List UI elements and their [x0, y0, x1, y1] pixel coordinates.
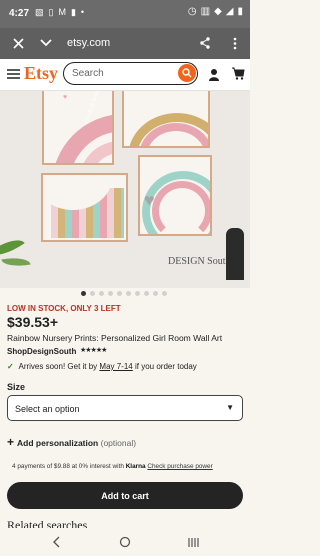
user-icon	[209, 68, 219, 81]
arrival-before: Arrives soon! Get it by	[18, 362, 100, 371]
alarm-icon: ◷	[187, 6, 197, 17]
chevron-down-icon	[40, 39, 52, 47]
pink-rainbow-arc	[152, 181, 210, 234]
more-button[interactable]	[226, 34, 244, 52]
carousel-dot[interactable]	[117, 291, 122, 296]
check-icon: ✓	[7, 362, 14, 371]
carousel-dot[interactable]	[144, 291, 149, 296]
art-frame	[41, 173, 128, 242]
grey-heart-icon: ♥	[144, 190, 155, 210]
etsy-logo[interactable]: Etsy	[24, 63, 58, 84]
personalization-label: Add personalization	[17, 438, 99, 448]
shop-name[interactable]: ShopDesignSouth	[7, 347, 76, 356]
menu-button[interactable]	[5, 67, 21, 81]
payment-text: 4 payments of $9.88 at 0% interest with	[12, 463, 126, 470]
hamburger-icon	[6, 69, 20, 79]
browser-url-bar: etsy.com	[0, 28, 250, 59]
url-text[interactable]: etsy.com	[67, 37, 110, 49]
cart-button[interactable]	[229, 66, 246, 81]
art-frame	[122, 91, 210, 148]
stock-alert: LOW IN STOCK, ONLY 3 LEFT	[7, 304, 121, 313]
recent-apps-button[interactable]	[184, 534, 202, 550]
carousel-dot[interactable]	[162, 291, 167, 296]
add-to-cart-button[interactable]: Add to cart	[7, 482, 243, 509]
search-input[interactable]: Search	[63, 62, 198, 85]
brand-watermark: DESIGN South	[168, 256, 231, 267]
product-image[interactable]: CHARLIE ROSE ♥ ♥ DESIGN South	[0, 91, 250, 288]
carousel-dot[interactable]	[135, 291, 140, 296]
recent-apps-icon	[187, 537, 199, 547]
size-select[interactable]: Select an option ▼	[7, 395, 243, 421]
payment-message: 4 payments of $9.88 at 0% interest with …	[12, 463, 213, 470]
signal-icon: ◢	[225, 6, 234, 17]
search-button[interactable]	[178, 64, 196, 82]
share-icon	[200, 37, 210, 49]
home-button[interactable]	[116, 534, 134, 550]
back-icon	[53, 536, 60, 548]
mail-icon: M	[58, 7, 66, 17]
dark-vase	[226, 228, 244, 280]
arrival-message: ✓ Arrives soon! Get it by May 7-14 if yo…	[7, 362, 197, 371]
optional-label: (optional)	[100, 438, 137, 448]
carousel-dot[interactable]	[108, 291, 113, 296]
purchase-power-link[interactable]: Check purchase power	[147, 463, 212, 470]
price: $39.53+	[7, 314, 58, 330]
cart-icon	[231, 67, 245, 80]
art-frame: CHARLIE ROSE ♥	[42, 91, 114, 165]
carousel-dot[interactable]	[81, 291, 86, 296]
size-label: Size	[7, 382, 26, 392]
arrival-date[interactable]: May 7-14	[99, 362, 132, 371]
back-button[interactable]	[47, 534, 65, 550]
account-button[interactable]	[206, 67, 222, 81]
wifi-icon: ◆	[214, 6, 222, 17]
plus-icon: +	[7, 435, 15, 449]
arrival-after: if you order today	[132, 362, 197, 371]
text-icon: ▮	[70, 7, 76, 17]
size-select-value: Select an option	[15, 404, 80, 414]
carousel-dot[interactable]	[126, 291, 131, 296]
carousel-dots	[81, 291, 167, 296]
notification-icon: ▯	[48, 7, 54, 17]
home-icon	[119, 536, 131, 548]
status-bar: 4:27 ▧ ▯ M ▮ • ◷ ▥ ◆ ◢ ▮	[0, 0, 250, 28]
more-icon	[233, 37, 237, 49]
carousel-dot[interactable]	[90, 291, 95, 296]
image-icon: ▧	[35, 7, 44, 17]
status-left-icons: ▧ ▯ M ▮ •	[35, 7, 84, 18]
search-icon	[182, 68, 192, 78]
add-personalization-button[interactable]: + Add personalization (optional)	[7, 435, 136, 449]
plant-leaf-icon	[1, 254, 31, 270]
carousel-dot[interactable]	[99, 291, 104, 296]
vibrate-icon: ▥	[200, 6, 211, 17]
tab-menu-button[interactable]	[37, 34, 55, 52]
status-time: 4:27	[9, 8, 30, 19]
android-nav-bar	[0, 528, 250, 556]
product-title: Rainbow Nursery Prints: Personalized Gir…	[7, 333, 223, 343]
close-tab-button[interactable]	[9, 34, 27, 52]
carousel-dot[interactable]	[153, 291, 158, 296]
search-placeholder: Search	[72, 68, 104, 79]
close-icon	[12, 37, 24, 49]
status-right-icons: ◷ ▥ ◆ ◢ ▮	[188, 6, 243, 17]
art-frame: ♥	[138, 155, 212, 236]
heart-icon: ♥	[63, 94, 68, 101]
klarna-logo: Klarna	[125, 463, 146, 470]
share-button[interactable]	[196, 34, 214, 52]
site-header: Etsy Search	[0, 59, 250, 91]
caret-down-icon: ▼	[226, 403, 234, 412]
rating-stars: ★★★★★	[80, 347, 107, 354]
dot-icon: •	[80, 7, 85, 17]
battery-icon: ▮	[237, 6, 243, 17]
